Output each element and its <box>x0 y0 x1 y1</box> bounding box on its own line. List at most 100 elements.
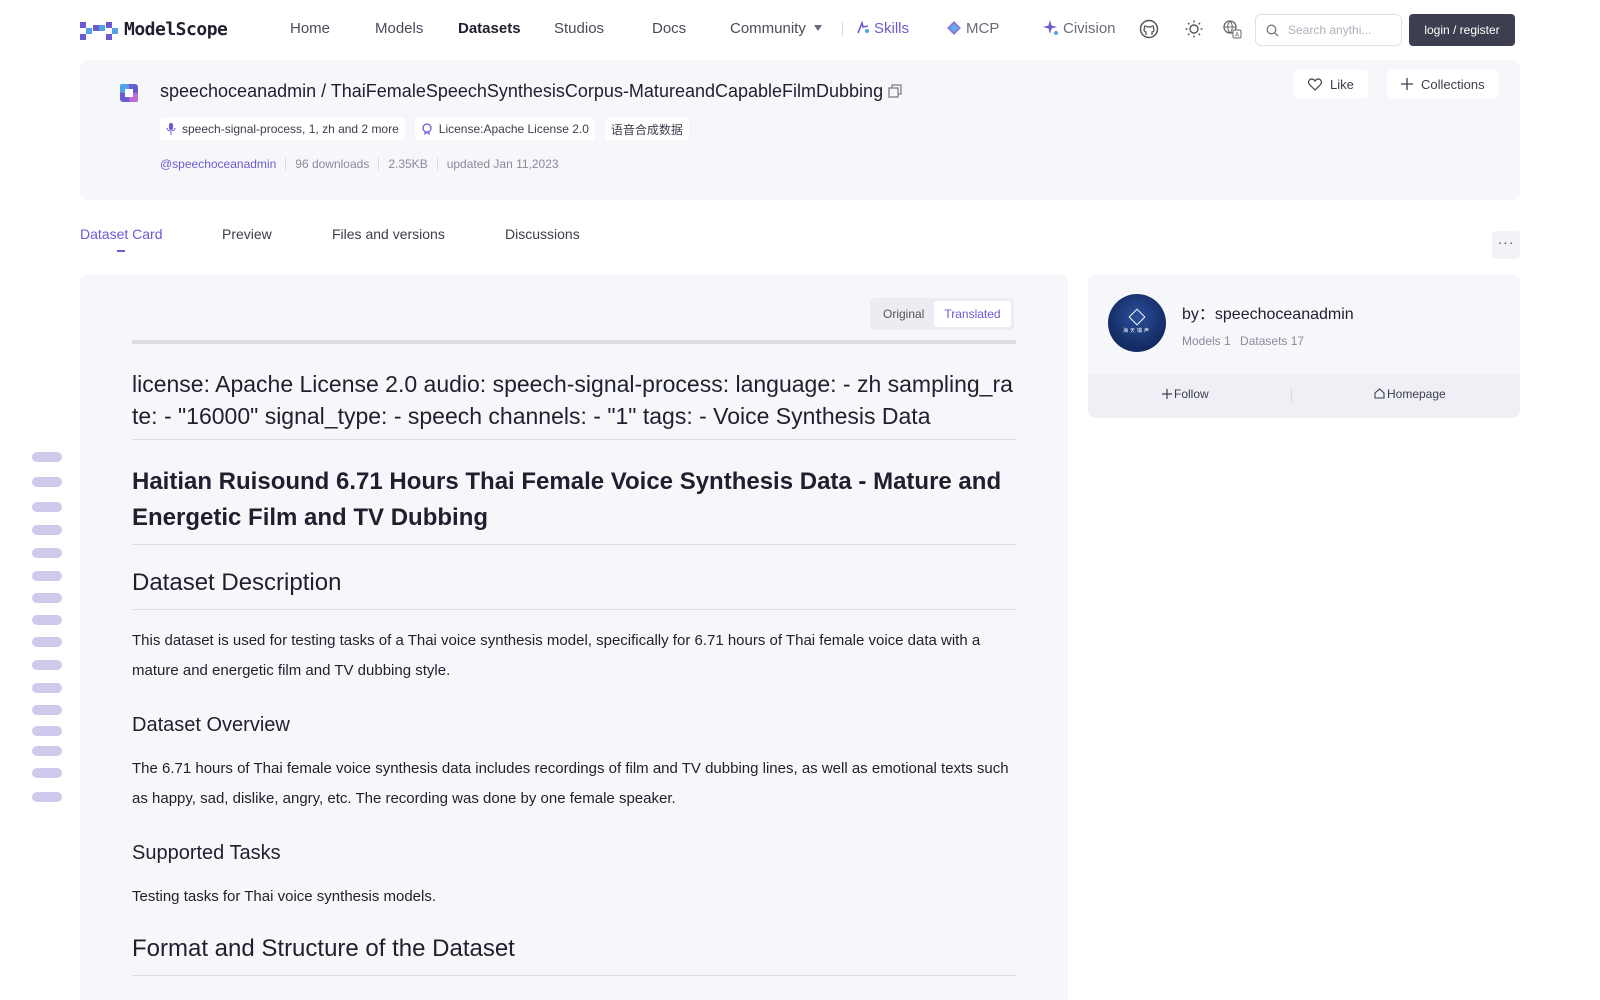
updated-date: updated Jan 11,2023 <box>446 157 559 171</box>
section-heading-tasks: Supported Tasks <box>132 842 281 864</box>
download-count: 96 downloads <box>295 157 370 171</box>
collections-button[interactable]: Collections <box>1387 70 1499 98</box>
toc-marker[interactable] <box>32 705 62 715</box>
toc-marker[interactable] <box>32 477 62 487</box>
toc-marker[interactable] <box>32 683 62 693</box>
dataset-title: speechoceanadmin / ThaiFemaleSpeechSynth… <box>160 81 884 101</box>
toc-marker[interactable] <box>32 792 62 802</box>
heading-rule <box>132 439 1016 440</box>
description-text: This dataset is used for testing tasks o… <box>132 632 981 679</box>
toc-marker[interactable] <box>32 525 62 535</box>
homepage-button[interactable]: Homepage <box>1374 387 1446 401</box>
toc-marker[interactable] <box>32 502 62 512</box>
author-card: 海天瑞声 by：speechoceanadmin Models 1 Datase… <box>1088 274 1520 418</box>
nav-community[interactable]: Community <box>730 20 822 37</box>
toc-marker[interactable] <box>32 768 62 778</box>
toggle-translated[interactable]: Translated <box>934 301 1011 327</box>
dataset-card-content: Original Translated license: Apache Lice… <box>80 274 1068 1000</box>
meta-divider <box>378 158 380 170</box>
toc-marker[interactable] <box>32 452 62 462</box>
login-register-button[interactable]: login / register <box>1409 14 1515 46</box>
translation-toggle[interactable]: Original Translated <box>870 298 1014 330</box>
nav-community-label: Community <box>730 20 806 37</box>
language-switch-icon[interactable]: A <box>1222 19 1242 39</box>
toc-marker[interactable] <box>32 593 62 603</box>
chevron-down-icon <box>813 25 822 32</box>
tab-preview[interactable]: Preview <box>222 226 272 242</box>
like-button[interactable]: Like <box>1294 70 1368 98</box>
section-heading-overview: Dataset Overview <box>132 714 290 736</box>
tab-discussions[interactable]: Discussions <box>505 226 580 242</box>
tab-dataset-card[interactable]: Dataset Card <box>80 226 162 242</box>
top-navigation: ModelScope Home Models Datasets Studios … <box>0 0 1600 58</box>
search-icon <box>1266 24 1279 37</box>
theme-toggle-icon[interactable] <box>1184 19 1204 39</box>
search-input[interactable] <box>1288 21 1396 39</box>
home-icon <box>1374 388 1385 399</box>
nav-home[interactable]: Home <box>290 20 330 37</box>
dataset-size: 2.35KB <box>388 157 428 171</box>
follow-button[interactable]: Follow <box>1162 387 1209 401</box>
license-badge-icon <box>422 123 432 135</box>
nav-civision-label: Civision <box>1063 20 1116 37</box>
heading-rule <box>132 544 1016 545</box>
nav-models[interactable]: Models <box>375 20 423 37</box>
heading-rule <box>132 609 1016 610</box>
logo-wordmark: ModelScope <box>124 18 228 40</box>
category-tag[interactable]: 语音合成数据 <box>604 118 689 140</box>
author-actions: Follow Homepage <box>1088 374 1520 418</box>
license-tag[interactable]: License:Apache License 2.0 <box>414 118 595 140</box>
avatar-logo-icon <box>1128 308 1146 326</box>
author-avatar[interactable]: 海天瑞声 <box>1108 294 1166 352</box>
nav-datasets[interactable]: Datasets <box>458 20 521 37</box>
dataset-header-card: speechoceanadmin / ThaiFemaleSpeechSynth… <box>80 60 1520 200</box>
license-tag-label: License:Apache License 2.0 <box>438 122 589 136</box>
nav-studios[interactable]: Studios <box>554 20 604 37</box>
plus-icon <box>1401 78 1413 90</box>
section-heading-description: Dataset Description <box>132 569 342 596</box>
copy-icon[interactable] <box>888 84 902 98</box>
microphone-icon <box>166 123 176 135</box>
dataset-icon <box>120 84 138 102</box>
meta-divider <box>436 158 438 170</box>
skills-icon <box>857 20 869 34</box>
category-tag-label: 语音合成数据 <box>610 122 683 137</box>
github-icon[interactable] <box>1139 19 1159 39</box>
toc-marker[interactable] <box>32 637 62 647</box>
toc-marker[interactable] <box>32 615 62 625</box>
meta-divider <box>285 158 287 170</box>
dataset-tags: speech-signal-process, 1, zh and 2 more … <box>160 118 689 140</box>
task-tag-label: speech-signal-process, 1, zh and 2 more <box>182 122 399 136</box>
toggle-original[interactable]: Original <box>873 301 934 327</box>
nav-civision[interactable]: Civision <box>1043 20 1116 37</box>
nav-skills-label: Skills <box>874 20 910 37</box>
tasks-text: Testing tasks for Thai voice synthesis m… <box>132 888 437 905</box>
author-name[interactable]: by：speechoceanadmin <box>1182 300 1354 324</box>
modelscope-logo[interactable]: ModelScope <box>80 18 228 40</box>
nav-mcp-label: MCP <box>966 20 1000 37</box>
dataset-meta: @speechoceanadmin 96 downloads 2.35KB up… <box>160 157 559 171</box>
avatar-text: 海天瑞声 <box>1122 328 1151 334</box>
nav-divider <box>842 22 843 36</box>
toc-marker[interactable] <box>32 571 62 581</box>
author-model-count[interactable]: Models 1 <box>1182 334 1231 348</box>
heart-icon <box>1308 77 1322 91</box>
toc-marker[interactable] <box>32 746 62 756</box>
toc-marker[interactable] <box>32 548 62 558</box>
nav-mcp[interactable]: MCP <box>946 20 999 37</box>
yaml-front-matter: license: Apache License 2.0 audio: speec… <box>132 371 1013 429</box>
collections-label: Collections <box>1421 76 1485 92</box>
author-stats: Models 1 Datasets 17 <box>1182 334 1304 348</box>
nav-skills[interactable]: Skills <box>856 20 909 37</box>
author-link[interactable]: @speechoceanadmin <box>160 157 276 171</box>
author-dataset-count[interactable]: Datasets 17 <box>1240 334 1304 348</box>
toc-marker[interactable] <box>32 660 62 670</box>
more-options-button[interactable]: ··· <box>1492 231 1520 259</box>
nav-docs[interactable]: Docs <box>652 20 686 37</box>
search-box[interactable] <box>1255 14 1402 46</box>
toc-marker[interactable] <box>32 726 62 736</box>
task-tag[interactable]: speech-signal-process, 1, zh and 2 more <box>160 118 405 140</box>
tab-files-and-versions[interactable]: Files and versions <box>332 226 445 242</box>
follow-label: Follow <box>1174 387 1209 401</box>
dataset-main-heading: Haitian Ruisound 6.71 Hours Thai Female … <box>132 468 1002 531</box>
